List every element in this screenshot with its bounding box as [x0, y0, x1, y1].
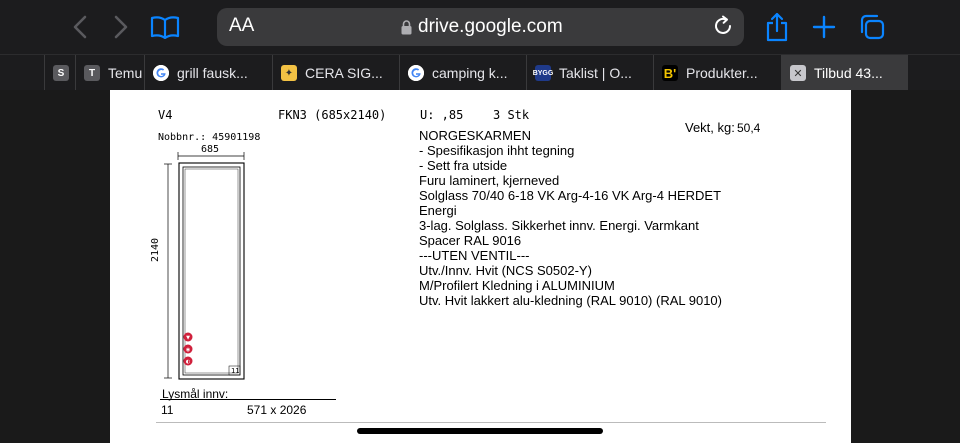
spec-line: Solglass 70/40 6-18 VK Arg-4-16 VK Arg-4… — [419, 188, 722, 203]
lock-icon — [401, 19, 412, 34]
corner-label: 11 — [231, 367, 240, 375]
close-tab-icon[interactable]: ✕ — [790, 65, 806, 81]
tab-label: camping k... — [432, 65, 508, 81]
spec-line: - Spesifikasjon ihht tegning — [419, 143, 575, 158]
address-bar[interactable]: AA drive.google.com — [217, 8, 744, 46]
lysmal-divider — [160, 399, 336, 400]
spec-line: Utv. Hvit lakkert alu-kledning (RAL 9010… — [419, 293, 722, 308]
aa-label: AA — [229, 15, 255, 36]
spec-line: M/Profilert Kledning i ALUMINIUM — [419, 278, 615, 293]
lysmal-number: 11 — [161, 403, 174, 417]
back-button[interactable] — [63, 10, 97, 44]
tab-favicon: T — [84, 65, 100, 81]
forward-icon — [114, 15, 128, 39]
svg-text:▼: ▼ — [186, 335, 190, 341]
spec-line: Furu laminert, kjerneved — [419, 173, 560, 188]
spec-line: NORGESKARMEN — [419, 128, 531, 143]
reload-icon — [715, 15, 731, 34]
spec-line: Spacer RAL 9016 — [419, 233, 522, 248]
reload-button[interactable] — [712, 15, 734, 42]
tab-label: Temu — [108, 65, 143, 81]
b-logo-icon: B' — [662, 65, 678, 81]
tab-label: Produkter... — [686, 65, 758, 81]
weight-value: 50,4 — [737, 121, 761, 135]
bookmarks-button[interactable] — [148, 10, 182, 44]
spec-line: Energi — [419, 203, 457, 218]
tab-strip: S T Temu grill fausk... ✦ CERA SIG... ca… — [0, 54, 960, 91]
cera-logo-icon: ✦ — [281, 65, 297, 81]
browser-toolbar: AA drive.google.com — [0, 0, 960, 54]
google-icon — [408, 65, 424, 81]
tab-overview-button[interactable] — [855, 10, 889, 44]
page-divider — [156, 422, 826, 423]
svg-text:◐: ◐ — [186, 359, 190, 365]
tab-tilbud[interactable]: ✕ Tilbud 43... — [781, 55, 908, 91]
width-dimension: 685 — [201, 144, 220, 155]
back-icon — [73, 15, 87, 39]
tab-favicon: S — [53, 65, 69, 81]
spec-line: ---UTEN VENTIL--- — [419, 248, 530, 263]
plus-icon — [812, 15, 836, 39]
share-button[interactable] — [760, 10, 794, 44]
tab-taklist[interactable]: BYGG Taklist | O... — [526, 55, 653, 91]
google-icon — [153, 65, 169, 81]
spec-line: - Sett fra utside — [419, 158, 508, 173]
height-dimension: 2140 — [150, 236, 161, 263]
position-label: V4 — [158, 108, 173, 122]
u-value: U: ,85 — [420, 108, 464, 122]
spec-line: Utv./Innv. Hvit (NCS S0502-Y) — [419, 263, 592, 278]
quantity: 3 Stk — [493, 108, 530, 122]
tab-label: CERA SIG... — [305, 65, 383, 81]
window-drawing: ▼ ◉ ◐ — [164, 152, 245, 380]
new-tab-button[interactable] — [807, 10, 841, 44]
document-page: V4 FKN3 (685x2140) U: ,85 3 Stk Vekt, kg… — [110, 90, 851, 443]
spec-list: NORGESKARMEN - Spesifikasjon ihht tegnin… — [419, 128, 722, 308]
page-viewport[interactable]: V4 FKN3 (685x2140) U: ,85 3 Stk Vekt, kg… — [0, 90, 960, 443]
reader-options-button[interactable]: AA — [229, 15, 254, 37]
tab-camping[interactable]: camping k... — [399, 55, 526, 91]
byggmakker-logo-icon: BYGG — [533, 65, 553, 81]
tab-grill-fausk[interactable]: grill fausk... — [144, 55, 272, 91]
spec-line: 3-lag. Solglass. Sikkerhet innv. Energi.… — [419, 218, 699, 233]
tab-label: grill fausk... — [177, 65, 248, 81]
book-icon — [150, 16, 180, 39]
tab-label: Taklist | O... — [559, 65, 632, 81]
tab-produkter[interactable]: B' Produkter... — [653, 55, 781, 91]
tab-temu[interactable]: T Temu — [75, 55, 144, 91]
tab-label: Tilbud 43... — [814, 65, 883, 81]
url-text: drive.google.com — [418, 16, 563, 37]
tabs-icon — [860, 14, 885, 40]
lysmal-dimensions: 571 x 2026 — [247, 403, 307, 417]
home-indicator[interactable] — [357, 428, 603, 434]
tab-cera-sig[interactable]: ✦ CERA SIG... — [272, 55, 399, 91]
share-icon — [766, 12, 788, 42]
svg-text:◉: ◉ — [186, 347, 190, 353]
forward-button[interactable] — [104, 10, 138, 44]
product-code: FKN3 (685x2140) — [278, 108, 387, 122]
